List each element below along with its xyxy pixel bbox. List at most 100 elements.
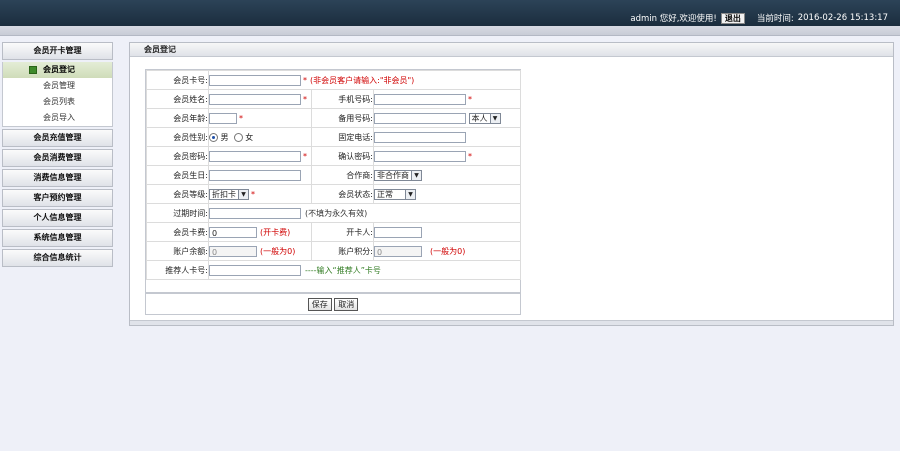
sidebar-item-import[interactable]: 会员导入 [3, 110, 112, 126]
user-greeting: admin 您好,欢迎使用! [630, 14, 717, 24]
birthday-input[interactable] [209, 169, 301, 181]
select-value: 折扣卡 [212, 189, 236, 199]
gender-female-radio[interactable] [233, 132, 243, 142]
chevron-down-icon: ▼ [238, 189, 248, 199]
points-input[interactable]: 0 [374, 245, 422, 257]
sidebar-group-membership[interactable]: 会员开卡管理 [2, 42, 113, 60]
birthday-label: 会员生日: [146, 165, 209, 185]
points-hint: (一般为0) [430, 246, 466, 256]
form-row: 会员姓名: * 手机号码: * [146, 89, 521, 109]
required-mark: * [303, 151, 307, 161]
form-row: 推荐人卡号: ----输入“推荐人”卡号 [146, 260, 521, 280]
required-mark: * [251, 189, 255, 199]
expire-label: 过期时间: [146, 203, 209, 223]
sidebar: 会员开卡管理 会员登记 会员管理 会员列表 会员导入 会员充值管理 会员消费管理… [2, 42, 113, 269]
points-label: 账户积分: [311, 241, 374, 261]
age-label: 会员年龄: [146, 108, 209, 128]
confirm-password-label: 确认密码: [311, 146, 374, 166]
sidebar-item-manage[interactable]: 会员管理 [3, 78, 112, 94]
sub-header-bar [0, 26, 900, 36]
gender-male-label: 男 [220, 132, 229, 142]
name-label: 会员姓名: [146, 89, 209, 109]
form-row: 会员卡费: 0 (开卡费) 开卡人: [146, 222, 521, 242]
level-select[interactable]: 折扣卡 ▼ [209, 188, 249, 200]
partner-select[interactable]: 非合作商 ▼ [374, 169, 422, 181]
register-table: 会员卡号: * (非会员客户请输入:"非会员") 会员姓名: * 手机号码: * … [146, 70, 521, 280]
status-label: 会员状态: [311, 184, 374, 204]
landline-input[interactable] [374, 131, 466, 143]
referrer-label: 推荐人卡号: [146, 260, 209, 280]
partner-label: 合作商: [311, 165, 374, 185]
sidebar-group-consume[interactable]: 会员消费管理 [2, 149, 113, 167]
current-time: 2016-02-26 15:13:17 [797, 13, 888, 23]
opener-label: 开卡人: [311, 222, 374, 242]
card-fee-input[interactable]: 0 [209, 226, 257, 238]
top-header: admin 您好,欢迎使用! 退出 当前时间: 2016-02-26 15:13… [0, 0, 900, 26]
confirm-password-input[interactable] [374, 150, 466, 162]
mobile-label: 手机号码: [311, 89, 374, 109]
required-mark: * [468, 151, 472, 161]
sidebar-item-register[interactable]: 会员登记 [3, 62, 112, 78]
header-info: admin 您好,欢迎使用! 退出 当前时间: 2016-02-26 15:13… [630, 12, 888, 24]
select-value: 正常 [377, 189, 393, 199]
required-mark: * [303, 75, 307, 85]
register-form: 会员卡号: * (非会员客户请输入:"非会员") 会员姓名: * 手机号码: * … [145, 69, 521, 315]
landline-label: 固定电话: [311, 127, 374, 147]
gender-female-label: 女 [245, 132, 254, 142]
card-no-hint: (非会员客户请输入:"非会员") [310, 75, 415, 85]
gender-male-radio[interactable] [209, 132, 218, 142]
sidebar-group-recharge[interactable]: 会员充值管理 [2, 129, 113, 147]
password-input[interactable] [209, 150, 301, 162]
referrer-input[interactable] [209, 264, 301, 276]
select-value: 本人 [471, 113, 488, 123]
panel-footer-bar [130, 320, 893, 325]
sidebar-group-consume-info[interactable]: 消费信息管理 [2, 169, 113, 187]
cancel-button[interactable]: 取消 [334, 298, 359, 311]
form-row: 会员等级: 折扣卡 ▼ * 会员状态: 正常 ▼ [146, 184, 521, 204]
logout-button[interactable]: 退出 [720, 12, 745, 24]
backup-phone-input[interactable] [374, 112, 466, 124]
chevron-down-icon: ▼ [489, 113, 500, 123]
form-row: 账户余额: 0 (一般为0) 账户积分: 0 (一般为0) [146, 241, 521, 261]
opener-input[interactable] [374, 226, 422, 238]
required-mark: * [239, 113, 243, 123]
mobile-input[interactable] [374, 93, 466, 105]
sidebar-group-system[interactable]: 系统信息管理 [2, 229, 113, 247]
gender-label: 会员性别: [146, 127, 209, 147]
form-row: 会员生日: 合作商: 非合作商 ▼ [146, 165, 521, 185]
form-row: 会员密码: * 确认密码: * [146, 146, 521, 166]
required-mark: * [468, 94, 472, 104]
form-row: 会员年龄: * 备用号码: 本人 ▼ [146, 108, 521, 128]
balance-label: 账户余额: [146, 241, 209, 261]
age-input[interactable] [209, 112, 237, 124]
backup-phone-label: 备用号码: [311, 108, 374, 128]
password-label: 会员密码: [146, 146, 209, 166]
card-no-input[interactable] [209, 74, 301, 86]
form-actions: 保存 取消 [146, 292, 520, 314]
select-value: 非合作商 [377, 170, 409, 180]
main-panel: 会员登记 会员卡号: * (非会员客户请输入:"非会员") 会员姓名: * 手机号… [129, 42, 894, 326]
sidebar-group-appointment[interactable]: 客户预约管理 [2, 189, 113, 207]
time-label: 当前时间: [756, 14, 794, 24]
sidebar-group-statistics[interactable]: 综合信息统计 [2, 249, 113, 267]
form-row: 过期时间: (不填为永久有效) [146, 203, 521, 223]
expire-input[interactable] [209, 207, 301, 219]
balance-input[interactable]: 0 [209, 245, 257, 257]
sidebar-item-label: 会员登记 [43, 65, 75, 74]
referrer-hint: ----输入“推荐人”卡号 [305, 265, 381, 275]
status-select[interactable]: 正常 ▼ [374, 188, 416, 200]
card-no-label: 会员卡号: [146, 70, 209, 90]
sidebar-submenu: 会员登记 会员管理 会员列表 会员导入 [2, 62, 113, 127]
save-button[interactable]: 保存 [307, 298, 332, 311]
name-input[interactable] [209, 93, 301, 105]
backup-phone-owner-select[interactable]: 本人 ▼ [468, 112, 501, 124]
chevron-down-icon: ▼ [405, 189, 415, 199]
level-label: 会员等级: [146, 184, 209, 204]
form-row: 会员卡号: * (非会员客户请输入:"非会员") [146, 70, 521, 90]
sidebar-group-personal[interactable]: 个人信息管理 [2, 209, 113, 227]
bullet-icon [29, 65, 37, 74]
expire-hint: (不填为永久有效) [305, 208, 368, 218]
card-fee-hint: (开卡费) [260, 227, 291, 237]
chevron-down-icon: ▼ [411, 170, 421, 180]
sidebar-item-list[interactable]: 会员列表 [3, 94, 112, 110]
